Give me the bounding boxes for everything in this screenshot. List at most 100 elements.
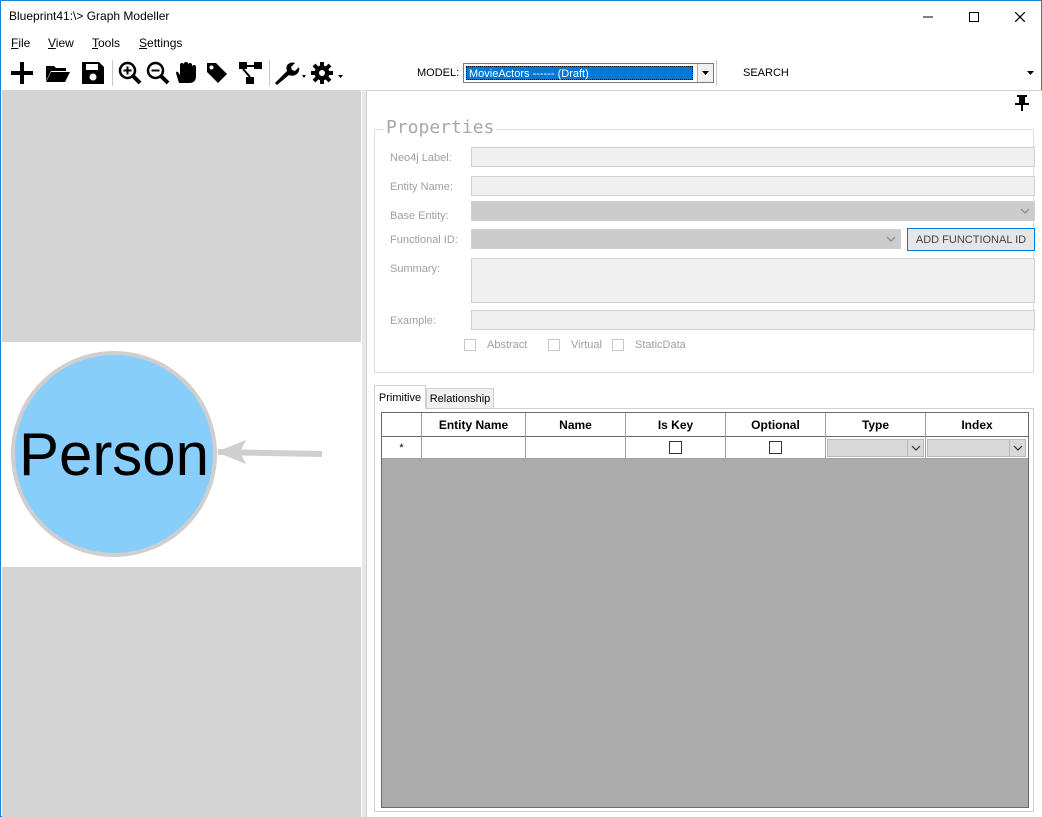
column-header-entity-name[interactable]: Entity Name <box>422 413 526 437</box>
chevron-down-icon <box>911 445 920 451</box>
staticdata-label: StaticData <box>635 339 686 351</box>
pan-hand-icon <box>176 62 196 83</box>
properties-title: Properties <box>383 117 498 138</box>
toolbar: MODEL: MovieActors ------ (Draft) SEARCH <box>1 56 1041 90</box>
gear-dropdown-icon <box>311 62 343 84</box>
cell-type[interactable] <box>826 437 926 458</box>
example-label: Example: <box>390 315 436 327</box>
cell-is-key[interactable] <box>626 437 726 458</box>
save-button[interactable] <box>79 59 107 87</box>
save-icon <box>82 62 104 84</box>
diagram-canvas[interactable]: Person <box>2 90 362 817</box>
minimize-button[interactable] <box>905 1 951 32</box>
virtual-checkbox[interactable]: Virtual <box>548 339 602 351</box>
window-title: Blueprint41:\> Graph Modeller <box>9 9 170 23</box>
chevron-down-icon <box>1013 445 1022 451</box>
app-window: Blueprint41:\> Graph Modeller File View … <box>0 0 1042 817</box>
table-row[interactable]: * <box>382 437 1028 459</box>
model-select[interactable]: MovieActors ------ (Draft) <box>463 63 714 83</box>
type-select[interactable] <box>827 439 924 457</box>
row-header-corner <box>382 413 422 437</box>
toolbar-separator <box>112 60 113 86</box>
column-header-name[interactable]: Name <box>526 413 626 437</box>
tag-button[interactable] <box>203 59 231 87</box>
maximize-icon <box>969 11 979 22</box>
column-header-type[interactable]: Type <box>826 413 926 437</box>
column-header-is-key[interactable]: Is Key <box>626 413 726 437</box>
open-folder-icon <box>46 66 70 82</box>
search-dropdown-icon[interactable] <box>1027 66 1034 80</box>
checkbox-box[interactable] <box>464 339 476 351</box>
hierarchy-button[interactable] <box>237 59 265 87</box>
menu-file[interactable]: File <box>11 36 30 50</box>
menu-settings[interactable]: Settings <box>139 36 182 50</box>
minimize-icon <box>923 16 933 17</box>
entity-name-label: Entity Name: <box>390 181 453 193</box>
diagram-node-area: Person <box>11 351 323 557</box>
chevron-down-icon <box>1020 208 1030 214</box>
summary-field[interactable] <box>471 258 1035 303</box>
tab-relationship[interactable]: Relationship <box>426 388 494 410</box>
zoom-out-button[interactable] <box>144 59 172 87</box>
is-key-checkbox[interactable] <box>669 441 682 454</box>
cell-entity-name[interactable] <box>422 437 526 458</box>
optional-checkbox[interactable] <box>769 441 782 454</box>
add-button[interactable] <box>8 59 36 87</box>
index-select[interactable] <box>927 439 1026 457</box>
properties-group: Neo4j Label: Entity Name: Base Entity: F… <box>374 129 1035 373</box>
base-entity-label: Base Entity: <box>390 210 449 222</box>
tools-dropdown-button[interactable] <box>273 59 307 87</box>
example-field[interactable] <box>471 310 1035 330</box>
menu-view[interactable]: View <box>48 36 74 50</box>
staticdata-checkbox[interactable]: StaticData <box>612 339 686 351</box>
pan-button[interactable] <box>172 59 200 87</box>
toolbar-separator <box>716 60 717 86</box>
chevron-down-icon <box>886 236 896 242</box>
neo4j-label-label: Neo4j Label: <box>390 152 452 164</box>
menu-tools[interactable]: Tools <box>92 36 120 50</box>
add-icon <box>11 62 33 84</box>
person-node-label: Person <box>19 421 209 488</box>
primitive-grid[interactable]: Entity Name Name Is Key Optional Type In… <box>381 412 1029 808</box>
model-label: MODEL: <box>417 67 460 79</box>
checkbox-box[interactable] <box>548 339 560 351</box>
toolbar-separator <box>269 60 270 86</box>
cell-optional[interactable] <box>726 437 826 458</box>
maximize-button[interactable] <box>951 1 997 32</box>
neo4j-label-field[interactable] <box>471 147 1035 167</box>
add-functional-id-button[interactable]: ADD FUNCTIONAL ID <box>907 228 1035 251</box>
open-button[interactable] <box>44 59 72 87</box>
base-entity-select[interactable] <box>471 201 1035 221</box>
model-select-arrow[interactable] <box>697 64 713 82</box>
close-icon <box>1015 11 1025 22</box>
primitive-tab-page: Entity Name Name Is Key Optional Type In… <box>374 408 1034 812</box>
zoom-in-icon <box>118 61 142 85</box>
cell-name[interactable] <box>526 437 626 458</box>
pin-icon[interactable] <box>1015 95 1029 111</box>
column-header-index[interactable]: Index <box>926 413 1028 437</box>
cell-index[interactable] <box>926 437 1028 458</box>
abstract-checkbox[interactable]: Abstract <box>464 339 527 351</box>
search-label[interactable]: SEARCH <box>743 67 789 79</box>
functional-id-label: Functional ID: <box>390 234 458 246</box>
hierarchy-icon <box>239 62 262 84</box>
virtual-label: Virtual <box>571 339 602 351</box>
title-bar: Blueprint41:\> Graph Modeller <box>1 1 1041 32</box>
menu-bar: File View Tools Settings <box>1 32 1041 56</box>
column-header-optional[interactable]: Optional <box>726 413 826 437</box>
entity-name-field[interactable] <box>471 176 1035 196</box>
close-button[interactable] <box>997 1 1042 32</box>
tab-primitive[interactable]: Primitive <box>374 385 426 409</box>
settings-dropdown-button[interactable] <box>310 59 346 87</box>
checkbox-box[interactable] <box>612 339 624 351</box>
abstract-label: Abstract <box>487 339 528 351</box>
diagram-gray-area <box>2 90 361 342</box>
index-select-arrow[interactable] <box>1009 440 1025 456</box>
type-select-arrow[interactable] <box>907 440 923 456</box>
zoom-out-icon <box>146 61 170 85</box>
chevron-down-icon <box>702 71 709 75</box>
zoom-in-button[interactable] <box>116 59 144 87</box>
new-row-marker: * <box>382 437 422 458</box>
functional-id-select[interactable] <box>471 229 901 249</box>
diagram-gray-area <box>2 567 361 817</box>
